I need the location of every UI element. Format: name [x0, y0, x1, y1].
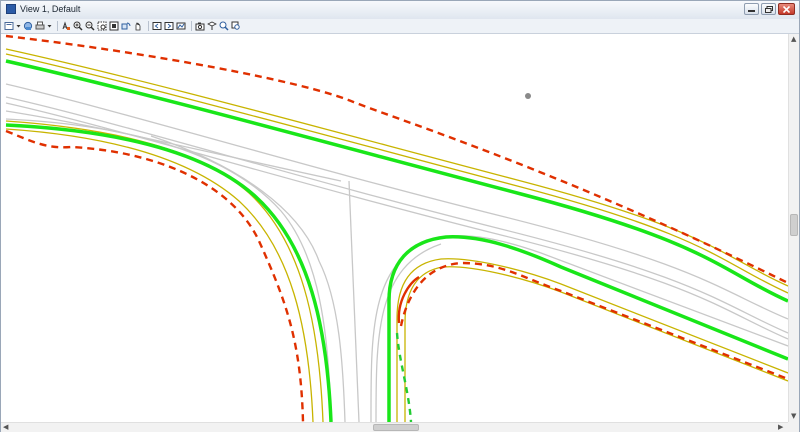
clip-volume-icon[interactable] [207, 21, 217, 31]
restore-icon [764, 5, 773, 13]
vertical-scroll-thumb[interactable] [790, 214, 798, 236]
copy-view-icon[interactable] [176, 21, 186, 31]
vertical-scrollbar[interactable]: ▲ ▼ [788, 34, 799, 422]
view-previous-icon[interactable] [152, 21, 162, 31]
view-attributes-icon[interactable] [4, 21, 14, 31]
minimize-icon [748, 9, 755, 12]
view-window: View 1, Default ▲ ▼ ◀ ▶ [0, 0, 800, 432]
find-icon[interactable] [231, 21, 241, 31]
window-title: View 1, Default [20, 4, 81, 14]
app-icon [6, 4, 16, 14]
point-marker [525, 93, 531, 99]
scroll-corner [788, 422, 799, 432]
drawing-canvas[interactable] [1, 34, 788, 422]
fit-view-icon[interactable] [109, 21, 119, 31]
dropdown-arrow-icon[interactable] [47, 21, 52, 31]
clip-mask-icon[interactable] [219, 21, 229, 31]
view-display-icon[interactable] [23, 21, 33, 31]
close-button[interactable] [778, 3, 795, 15]
scroll-left-icon[interactable]: ◀ [3, 423, 8, 431]
update-view-icon[interactable] [61, 21, 71, 31]
window-controls [744, 3, 795, 15]
scroll-right-icon[interactable]: ▶ [778, 423, 783, 431]
pan-view-icon[interactable] [133, 21, 143, 31]
print-icon[interactable] [35, 21, 45, 31]
horizontal-scrollbar[interactable]: ◀ ▶ [1, 422, 788, 432]
close-icon [783, 5, 790, 13]
toolbar-separator [148, 21, 149, 31]
restore-button[interactable] [761, 3, 776, 15]
toolbar-separator [191, 21, 192, 31]
view-toolbar [1, 19, 799, 34]
view-next-icon[interactable] [164, 21, 174, 31]
scroll-down-icon[interactable]: ▼ [791, 412, 796, 420]
minimize-button[interactable] [744, 3, 759, 15]
scroll-up-icon[interactable]: ▲ [791, 35, 796, 43]
camera-icon[interactable] [195, 21, 205, 31]
zoom-out-icon[interactable] [85, 21, 95, 31]
rotate-view-icon[interactable] [121, 21, 131, 31]
road-drawing [5, 34, 788, 422]
window-area-icon[interactable] [97, 21, 107, 31]
zoom-in-icon[interactable] [73, 21, 83, 31]
dropdown-arrow-icon[interactable] [16, 21, 21, 31]
toolbar-separator [57, 21, 58, 31]
boundary-green-dashed [395, 332, 413, 422]
edge-lines [5, 48, 788, 422]
title-bar[interactable]: View 1, Default [1, 1, 799, 20]
horizontal-scroll-thumb[interactable] [373, 424, 419, 431]
